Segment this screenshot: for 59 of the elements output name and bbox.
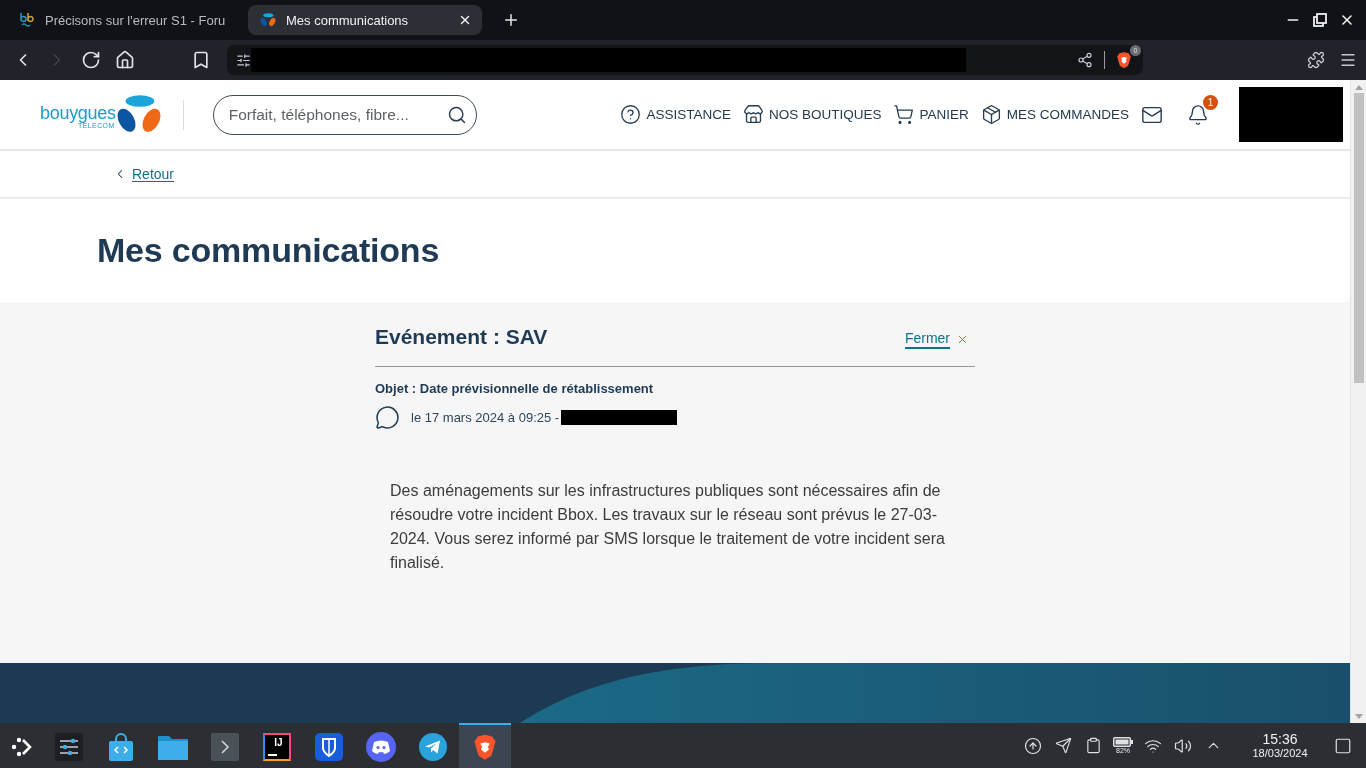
message-subject: Objet : Date prévisionnelle de rétablissement — [375, 381, 655, 397]
scrollbar[interactable] — [1350, 80, 1366, 723]
shopping-bag-icon — [108, 732, 134, 761]
show-desktop-icon[interactable] — [1334, 736, 1352, 755]
menu-icon[interactable] — [1339, 51, 1357, 69]
close-link[interactable]: Fermer — [904, 329, 950, 349]
clipboard-icon[interactable] — [1084, 737, 1102, 754]
nav-link[interactable]: PANIER — [893, 104, 969, 125]
scrollbar-thumb[interactable] — [1353, 93, 1364, 383]
package-icon — [980, 104, 1002, 125]
close-icon[interactable] — [458, 13, 472, 27]
terminal-icon — [211, 732, 239, 761]
robot-face-icon — [366, 731, 396, 762]
home-icon — [115, 50, 135, 70]
store-icon — [742, 104, 764, 125]
battery-icon[interactable] — [1113, 736, 1133, 747]
taskbar-button[interactable]: IJ — [251, 723, 303, 768]
lion-shield-icon[interactable] — [1115, 51, 1133, 69]
reload-icon — [81, 50, 101, 70]
ide-app-icon: IJ — [263, 732, 291, 761]
bell-icon[interactable] — [1187, 103, 1209, 126]
page-title: Mes communications — [97, 231, 440, 270]
update-icon[interactable] — [1024, 736, 1042, 755]
bookmark-icon — [191, 50, 211, 70]
nav-link[interactable]: MES COMMANDES — [980, 104, 1129, 125]
folder-icon — [158, 733, 188, 760]
share-icon[interactable] — [1077, 52, 1093, 68]
notification-badge: 1 — [1203, 94, 1218, 110]
paper-plane-icon — [419, 732, 447, 761]
shield-icon — [315, 732, 343, 761]
restore-icon[interactable] — [1313, 13, 1327, 27]
nav-link[interactable]: ASSISTANCE — [620, 104, 731, 125]
paper-plane-icon[interactable] — [1054, 737, 1072, 754]
message-date: le 17 mars 2024 à 09:25 - — [411, 410, 560, 425]
nav-link[interactable]: NOS BOUTIQUES — [742, 104, 882, 125]
close-icon[interactable] — [1339, 12, 1355, 28]
taskbar-button[interactable] — [459, 723, 511, 768]
puzzle-icon[interactable] — [1307, 51, 1325, 69]
cart-icon — [893, 104, 915, 125]
logo-mark-icon — [115, 95, 162, 134]
browser-tab[interactable]: Précisons sur l'erreur S1 - Foru — [15, 5, 240, 35]
speaker-icon[interactable] — [1174, 736, 1192, 755]
message-title: Evénement : SAV — [375, 324, 548, 350]
site-favicon-icon — [19, 12, 35, 28]
clock-date: 18/03/2024 — [1252, 747, 1308, 760]
message-body: Des aménagements sur les infrastructures publiques sont nécessaires afin de résoudre votre incident Bbox. Les travaux sur le réseau sont prévus le 27-03-2024. Vous serez informé par SMS lorsque le traitement de votre incident sera finalisé. — [390, 481, 946, 573]
help-icon — [620, 104, 642, 125]
speech-bubble-icon — [375, 405, 400, 430]
sliders-icon — [55, 732, 83, 761]
clock-time: 15:36 — [1262, 731, 1298, 747]
launcher-icon — [10, 735, 33, 758]
search-field[interactable]: Forfait, téléphones, fibre... — [212, 94, 477, 135]
back-link[interactable]: Retour — [113, 166, 175, 182]
new-tab-icon[interactable] — [502, 11, 520, 29]
site-settings-icon[interactable] — [236, 52, 251, 68]
search-icon[interactable] — [446, 104, 467, 125]
logo-wordmark: bouygues — [40, 103, 116, 122]
logo-favicon-icon — [260, 13, 276, 27]
browser-tab[interactable]: Mes communications — [248, 5, 482, 35]
